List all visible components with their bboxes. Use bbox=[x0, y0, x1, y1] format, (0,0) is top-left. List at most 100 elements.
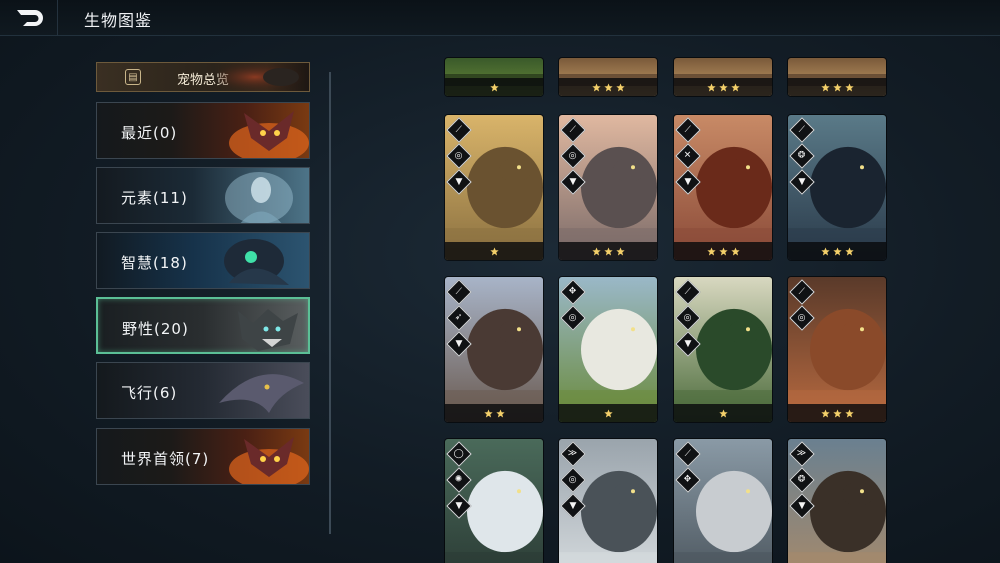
category-panel: ▤ 宠物总览 最近(0) 元素(11) 智慧(18) 野性(20) 飞行(6) … bbox=[96, 62, 310, 485]
creature-card-desert-scene[interactable] bbox=[559, 58, 657, 96]
spiral-icon: ❂ bbox=[789, 143, 815, 169]
category-elemental[interactable]: 元素(11) bbox=[96, 167, 310, 224]
star-icon bbox=[603, 408, 613, 417]
back-button[interactable] bbox=[0, 0, 58, 36]
star-icon bbox=[730, 246, 740, 255]
creature-card-armored-crab[interactable]: ⟋ ◎ bbox=[788, 277, 886, 422]
star-icon bbox=[615, 246, 625, 255]
claw-icon: ⟋ bbox=[675, 117, 701, 143]
creature-card-desert-scene[interactable] bbox=[674, 58, 772, 96]
trait-badges: ≫ ❂ ▼ bbox=[789, 441, 815, 523]
back-arrow-icon bbox=[16, 10, 43, 26]
claw-icon: ⟋ bbox=[675, 441, 701, 467]
category-recent[interactable]: 最近(0) bbox=[96, 102, 310, 159]
star-rating bbox=[559, 78, 657, 96]
star-icon bbox=[730, 82, 740, 91]
paw-icon: ✥ bbox=[675, 467, 701, 493]
creature-card-stone-dinosaur[interactable]: ⟋ ◎ ▼ bbox=[559, 115, 657, 260]
fire-demon-art bbox=[229, 111, 309, 158]
star-rating bbox=[674, 404, 772, 422]
creature-card-thorn-beetle[interactable]: ⟋ ◎ ▼ bbox=[674, 277, 772, 422]
trait-badges: ≫ ◎ ▼ bbox=[560, 441, 586, 523]
swirl-icon: ◎ bbox=[675, 305, 701, 331]
category-wisdom[interactable]: 智慧(18) bbox=[96, 232, 310, 289]
star-rating bbox=[674, 242, 772, 260]
creature-card-desert-scene[interactable] bbox=[788, 58, 886, 96]
wyvern-art bbox=[219, 374, 304, 413]
top-bar: 生物图鉴 bbox=[0, 0, 1000, 36]
trait-badges: ⟋ ✥ bbox=[675, 441, 701, 497]
pet-overview-button[interactable]: ▤ 宠物总览 bbox=[96, 62, 310, 92]
swirl-icon: ◎ bbox=[560, 305, 586, 331]
star-icon bbox=[489, 82, 499, 91]
star-rating bbox=[788, 404, 886, 422]
star-icon bbox=[615, 82, 625, 91]
star-icon bbox=[820, 82, 830, 91]
claw-icon: ⟋ bbox=[560, 117, 586, 143]
creature-card-unicorn[interactable]: ◯ ✺ ▼ bbox=[445, 439, 543, 563]
category-elemental-label: 元素(11) bbox=[121, 189, 188, 207]
star-icon bbox=[718, 408, 728, 417]
category-recent-label: 最近(0) bbox=[121, 124, 178, 142]
category-wild-label: 野性(20) bbox=[122, 320, 189, 338]
creature-card-shadow-panther[interactable]: ⟋ ❂ ▼ bbox=[788, 115, 886, 260]
fang-icon: ▼ bbox=[446, 493, 472, 519]
star-rating bbox=[559, 404, 657, 422]
trait-badges: ⟋ ✕ ▼ bbox=[675, 117, 701, 199]
category-flying[interactable]: 飞行(6) bbox=[96, 362, 310, 419]
fang-icon: ▼ bbox=[675, 331, 701, 357]
fang-icon: ▼ bbox=[560, 169, 586, 195]
star-icon bbox=[591, 82, 601, 91]
fang-icon: ▼ bbox=[789, 493, 815, 519]
trait-badges: ⟋ ➶ ▼ bbox=[446, 279, 472, 361]
fang-icon: ▼ bbox=[446, 331, 472, 357]
arrow-icon: ➶ bbox=[446, 305, 472, 331]
category-wild[interactable]: 野性(20) bbox=[96, 297, 310, 354]
panel-divider bbox=[329, 72, 331, 534]
creature-card-golden-hyena[interactable]: ⟋ ◎ ▼ bbox=[445, 115, 543, 260]
star-icon bbox=[820, 246, 830, 255]
star-rating bbox=[559, 242, 657, 260]
trait-badges: ⟋ ◎ ▼ bbox=[446, 117, 472, 199]
creature-card-skeletal-horse[interactable]: ≫ ❂ ▼ bbox=[788, 439, 886, 563]
trait-badges: ⟋ ◎ ▼ bbox=[675, 279, 701, 361]
star-icon bbox=[483, 408, 493, 417]
star-rating bbox=[674, 78, 772, 96]
claw-icon: ⟋ bbox=[446, 279, 472, 305]
star-icon bbox=[832, 408, 842, 417]
trait-badges: ◯ ✺ ▼ bbox=[446, 441, 472, 523]
wing-icon: ≫ bbox=[560, 441, 586, 467]
fang-icon: ▼ bbox=[675, 169, 701, 195]
star-icon bbox=[718, 246, 728, 255]
creature-card-yeti[interactable]: ⟋ ✥ bbox=[674, 439, 772, 563]
overview-art bbox=[219, 63, 309, 91]
claw-icon: ⟋ bbox=[446, 117, 472, 143]
star-icon bbox=[718, 82, 728, 91]
category-flying-label: 飞行(6) bbox=[121, 384, 178, 402]
fang-icon: ▼ bbox=[560, 493, 586, 519]
paw-icon: ✥ bbox=[560, 279, 586, 305]
trait-badges: ✥ ◎ bbox=[560, 279, 586, 335]
star-icon bbox=[489, 246, 499, 255]
category-wisdom-label: 智慧(18) bbox=[121, 254, 188, 272]
ring-icon: ◯ bbox=[446, 441, 472, 467]
creature-card-white-wolf[interactable]: ≫ ◎ ▼ bbox=[559, 439, 657, 563]
category-world-boss[interactable]: 世界首领(7) bbox=[96, 428, 310, 485]
spiral-icon: ❂ bbox=[789, 467, 815, 493]
claw-icon: ⟋ bbox=[789, 279, 815, 305]
hammer-icon: ✕ bbox=[675, 143, 701, 169]
wing-icon: ≫ bbox=[789, 441, 815, 467]
star-icon bbox=[844, 246, 854, 255]
creature-card-lava-beast[interactable]: ⟋ ✕ ▼ bbox=[674, 115, 772, 260]
claw-icon: ⟋ bbox=[789, 117, 815, 143]
star-rating bbox=[445, 404, 543, 422]
star-rating bbox=[788, 78, 886, 96]
swirl-icon: ◎ bbox=[789, 305, 815, 331]
creature-card-spiked-boar[interactable]: ⟋ ➶ ▼ bbox=[445, 277, 543, 422]
creature-card-forest-scene[interactable] bbox=[445, 58, 543, 96]
fang-icon: ▼ bbox=[446, 169, 472, 195]
creature-card-sheep[interactable]: ✥ ◎ bbox=[559, 277, 657, 422]
star-icon bbox=[706, 246, 716, 255]
star-icon bbox=[706, 82, 716, 91]
star-icon bbox=[603, 82, 613, 91]
